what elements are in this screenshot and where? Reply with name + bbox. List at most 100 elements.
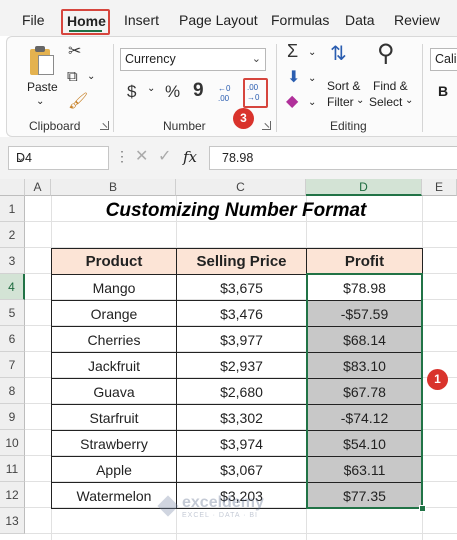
selling-price-cell[interactable]: $3,067 <box>176 456 307 483</box>
clear-icon[interactable]: ◆ <box>286 94 298 110</box>
product-cell[interactable]: Jackfruit <box>51 352 177 379</box>
row-header-13[interactable]: 13 <box>0 508 25 534</box>
menu-data[interactable]: Data <box>345 12 375 28</box>
copy-dropdown-icon[interactable]: ⌄ <box>87 71 95 82</box>
active-tab-indicator <box>69 30 102 32</box>
sort-filter-dropdown-icon[interactable]: ⌄ <box>356 95 364 106</box>
product-cell[interactable]: Cherries <box>51 326 177 353</box>
fill-handle[interactable] <box>419 505 426 512</box>
selling-price-cell[interactable]: $2,937 <box>176 352 307 379</box>
profit-cell[interactable]: $68.14 <box>306 326 423 353</box>
paste-button[interactable]: Paste <box>27 80 58 94</box>
font-name-select[interactable]: Calil <box>430 48 457 71</box>
find-select-label-1[interactable]: Find & <box>373 79 408 93</box>
row-header-1[interactable]: 1 <box>0 196 25 222</box>
profit-cell[interactable]: $83.10 <box>306 352 423 379</box>
percent-style-icon[interactable]: % <box>165 83 180 100</box>
table-row: Starfruit $3,302 -$74.12 <box>51 404 423 431</box>
fill-icon[interactable]: ⬇ <box>287 70 300 86</box>
menu-insert[interactable]: Insert <box>124 12 159 28</box>
row-header-3[interactable]: 3 <box>0 248 25 274</box>
clear-dropdown-icon[interactable]: ⌄ <box>308 97 316 108</box>
row-header-2[interactable]: 2 <box>0 222 25 248</box>
chevron-down-icon: ⌄ <box>16 152 26 164</box>
profit-cell[interactable]: $77.35 <box>306 482 423 509</box>
row-header-5[interactable]: 5 <box>0 300 25 326</box>
sort-filter-label-1[interactable]: Sort & <box>327 79 360 93</box>
bold-button[interactable]: B <box>438 83 448 99</box>
table-row: Guava $2,680 $67.78 <box>51 378 423 405</box>
find-select-icon[interactable]: ⚲ <box>377 42 395 66</box>
cut-icon[interactable]: ✂ <box>68 44 81 60</box>
name-box[interactable]: D4 ⌄ <box>8 146 109 170</box>
selling-price-cell[interactable]: $3,977 <box>176 326 307 353</box>
row-header-4[interactable]: 4 <box>0 274 25 300</box>
column-header-d[interactable]: D <box>306 179 422 196</box>
autosum-dropdown-icon[interactable]: ⌄ <box>308 47 316 58</box>
product-cell[interactable]: Strawberry <box>51 430 177 457</box>
row-header-12[interactable]: 12 <box>0 482 25 508</box>
profit-cell[interactable]: $54.10 <box>306 430 423 457</box>
row-header-11[interactable]: 11 <box>0 456 25 482</box>
exceldemy-logo-icon <box>157 495 179 517</box>
header-profit[interactable]: Profit <box>306 248 423 275</box>
currency-dropdown-icon[interactable]: ⌄ <box>147 83 155 94</box>
formula-input[interactable]: 78.98 <box>209 146 457 170</box>
number-format-select[interactable]: Currency ⌄ <box>120 48 266 71</box>
product-cell[interactable]: Mango <box>51 274 177 301</box>
selling-price-cell[interactable]: $3,675 <box>176 274 307 301</box>
row-header-10[interactable]: 10 <box>0 430 25 456</box>
copy-icon[interactable]: ⧉ <box>67 69 78 84</box>
header-selling-price[interactable]: Selling Price <box>176 248 307 275</box>
table-row: Cherries $3,977 $68.14 <box>51 326 423 353</box>
selling-price-cell[interactable]: $3,302 <box>176 404 307 431</box>
format-painter-icon[interactable]: 🖌 <box>68 94 88 110</box>
column-header-c[interactable]: C <box>176 179 306 196</box>
currency-format-icon[interactable]: $ <box>127 83 136 100</box>
row-header-6[interactable]: 6 <box>0 326 25 352</box>
column-header-a[interactable]: A <box>25 179 51 196</box>
select-all-corner[interactable] <box>0 179 25 196</box>
enter-icon[interactable]: ✓ <box>158 149 171 165</box>
find-select-dropdown-icon[interactable]: ⌄ <box>405 95 413 106</box>
profit-cell[interactable]: -$74.12 <box>306 404 423 431</box>
header-product[interactable]: Product <box>51 248 177 275</box>
menu-page-layout[interactable]: Page Layout <box>179 12 258 28</box>
insert-function-icon[interactable]: fx <box>183 148 197 166</box>
selling-price-cell[interactable]: $3,974 <box>176 430 307 457</box>
sort-filter-icon[interactable]: ⇅ <box>330 44 347 64</box>
profit-cell[interactable]: $63.11 <box>306 456 423 483</box>
sort-filter-label-2[interactable]: Filter <box>327 95 354 109</box>
profit-cell[interactable]: $78.98 <box>306 274 423 301</box>
selling-price-cell[interactable]: $2,680 <box>176 378 307 405</box>
paste-dropdown-icon[interactable]: ⌄ <box>36 96 44 107</box>
find-select-label-2[interactable]: Select <box>369 95 402 109</box>
product-cell[interactable]: Orange <box>51 300 177 327</box>
menu-formulas[interactable]: Formulas <box>271 12 329 28</box>
number-launcher-icon[interactable] <box>262 121 271 130</box>
decrease-decimal-button[interactable]: .00 →0 <box>243 78 268 108</box>
clipboard-launcher-icon[interactable] <box>100 121 109 130</box>
menu-home[interactable]: Home <box>61 9 110 35</box>
row-header-8[interactable]: 8 <box>0 378 25 404</box>
number-format-value: Currency <box>125 52 176 66</box>
row-header-7[interactable]: 7 <box>0 352 25 378</box>
menu-review[interactable]: Review <box>394 12 440 28</box>
row-header-9[interactable]: 9 <box>0 404 25 430</box>
column-header-e[interactable]: E <box>422 179 457 196</box>
profit-cell[interactable]: $67.78 <box>306 378 423 405</box>
product-cell[interactable]: Guava <box>51 378 177 405</box>
menu-file[interactable]: File <box>22 12 45 28</box>
product-cell[interactable]: Starfruit <box>51 404 177 431</box>
autosum-icon[interactable]: Σ <box>287 42 298 60</box>
comma-style-icon[interactable]: 9 <box>193 81 204 100</box>
selling-price-cell[interactable]: $3,476 <box>176 300 307 327</box>
fill-dropdown-icon[interactable]: ⌄ <box>308 73 316 84</box>
paste-icon[interactable] <box>30 45 54 75</box>
cancel-icon[interactable]: ✕ <box>135 149 148 165</box>
sheet-title[interactable]: Customizing Number Format <box>51 197 421 224</box>
profit-cell[interactable]: -$57.59 <box>306 300 423 327</box>
product-cell[interactable]: Apple <box>51 456 177 483</box>
increase-decimal-icon[interactable]: ←0 .00 <box>218 84 238 106</box>
column-header-b[interactable]: B <box>51 179 176 196</box>
